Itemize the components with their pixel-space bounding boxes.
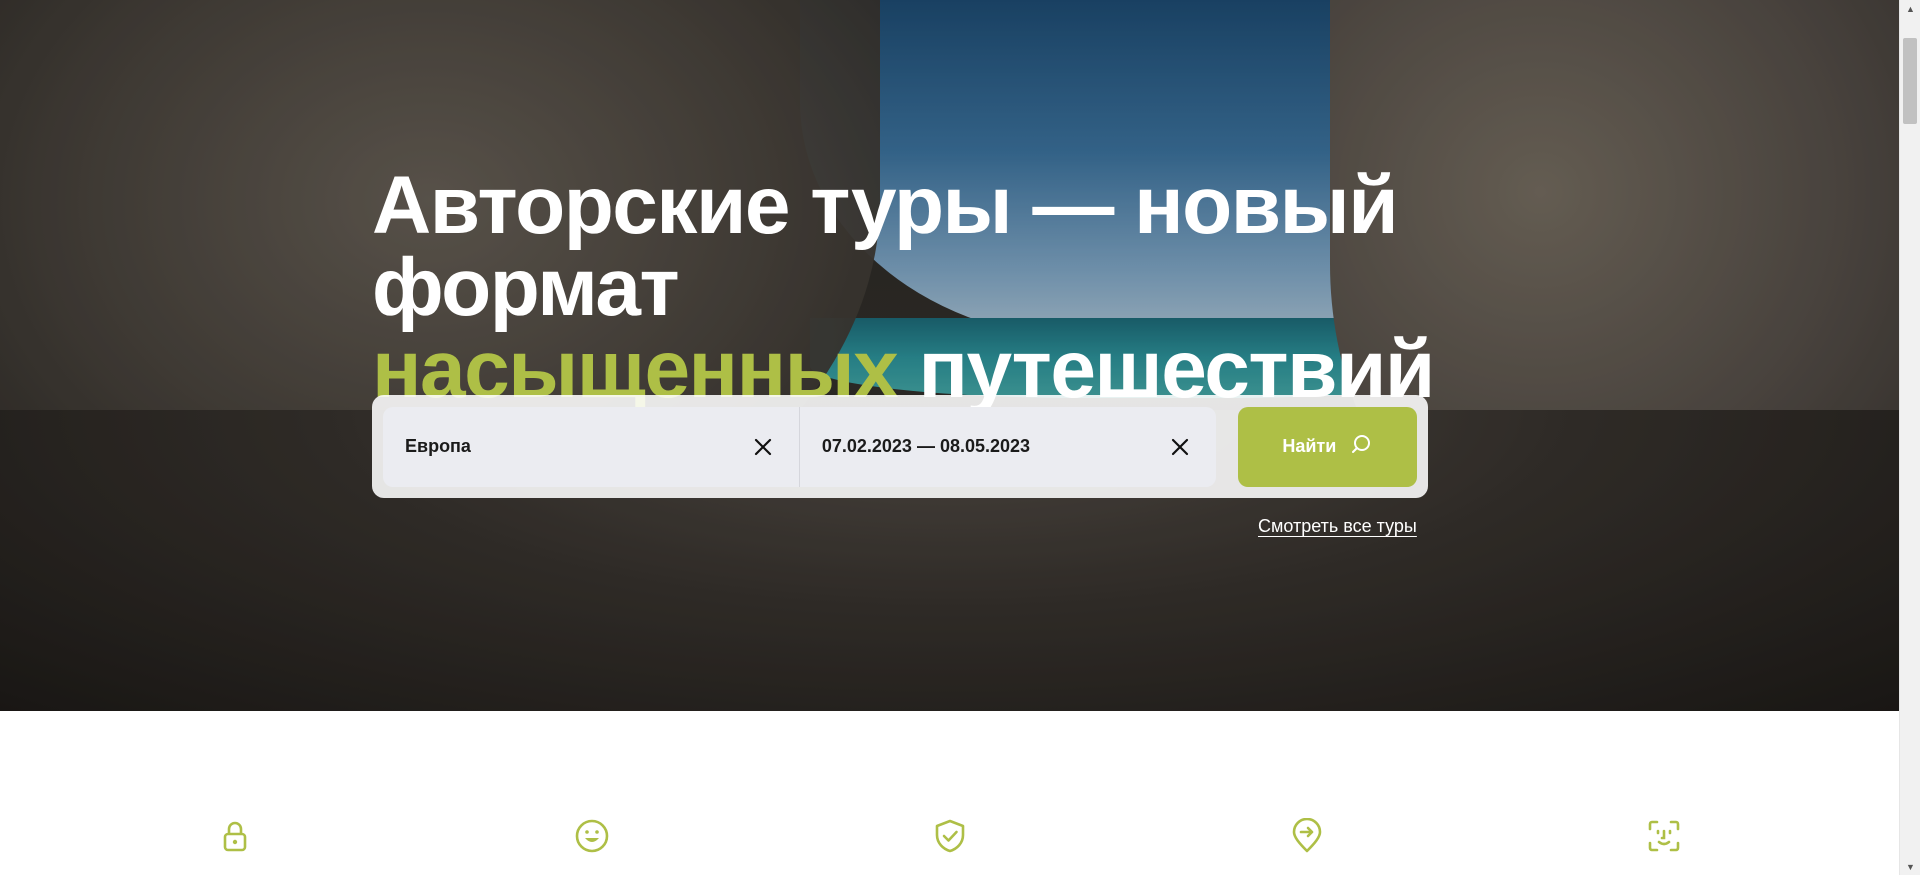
- face-id-icon: [1646, 818, 1682, 854]
- dates-value: 07.02.2023 — 08.05.2023: [821, 436, 1031, 456]
- lock-icon: [217, 818, 253, 854]
- hero-section: Авторские туры — новый формат насыщенных…: [0, 0, 1899, 711]
- location-arrow-icon: [1289, 817, 1325, 854]
- find-button[interactable]: Найти: [1237, 406, 1417, 487]
- features-row: [0, 817, 1899, 858]
- shield-check-icon: [932, 818, 968, 854]
- dates-clear-icon[interactable]: [1168, 435, 1192, 459]
- find-button-label: Найти: [1282, 436, 1337, 456]
- destination-clear-icon[interactable]: [751, 435, 775, 459]
- search-bar: Европа 07.02.2023 — 08.05.2023 Найти: [372, 395, 1428, 498]
- headline-line1: Авторские туры — новый формат: [372, 160, 1399, 333]
- dates-field[interactable]: 07.02.2023 — 08.05.2023: [798, 406, 1216, 487]
- destination-value: Европа: [405, 436, 471, 456]
- smile-icon: [574, 818, 610, 854]
- scrollbar-thumb[interactable]: [1903, 38, 1917, 124]
- hero-headline: Авторские туры — новый формат насыщенных…: [372, 165, 1692, 411]
- scroll-down-icon[interactable]: ▼: [1900, 858, 1920, 875]
- page-scrollbar[interactable]: ▲ ▼: [1899, 0, 1920, 875]
- search-icon: [1350, 433, 1372, 460]
- scroll-up-icon[interactable]: ▲: [1900, 0, 1920, 17]
- all-tours-link[interactable]: Смотреть все туры: [1258, 516, 1417, 537]
- search-fields: Европа 07.02.2023 — 08.05.2023: [383, 406, 1216, 487]
- destination-field[interactable]: Европа: [383, 407, 799, 487]
